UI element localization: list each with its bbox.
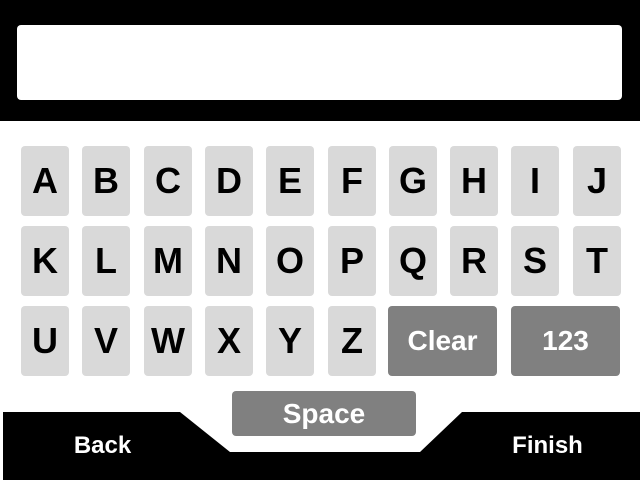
key-w[interactable]: W [144, 306, 192, 376]
key-u[interactable]: U [21, 306, 69, 376]
key-m[interactable]: M [144, 226, 192, 296]
key-g[interactable]: G [389, 146, 437, 216]
key-q[interactable]: Q [389, 226, 437, 296]
space-button[interactable]: Space [232, 391, 416, 436]
key-n[interactable]: N [205, 226, 253, 296]
finish-button[interactable]: Finish [445, 414, 640, 478]
top-bar [0, 0, 640, 121]
key-x[interactable]: X [205, 306, 253, 376]
key-z[interactable]: Z [328, 306, 376, 376]
key-a[interactable]: A [21, 146, 69, 216]
key-i[interactable]: I [511, 146, 559, 216]
clear-button[interactable]: Clear [388, 306, 497, 376]
key-o[interactable]: O [266, 226, 314, 296]
key-r[interactable]: R [450, 226, 498, 296]
text-entry-field[interactable] [17, 25, 622, 100]
key-s[interactable]: S [511, 226, 559, 296]
key-e[interactable]: E [266, 146, 314, 216]
numbers-mode-button[interactable]: 123 [511, 306, 620, 376]
key-k[interactable]: K [21, 226, 69, 296]
back-button[interactable]: Back [0, 414, 205, 478]
key-v[interactable]: V [82, 306, 130, 376]
key-p[interactable]: P [328, 226, 376, 296]
key-l[interactable]: L [82, 226, 130, 296]
key-c[interactable]: C [144, 146, 192, 216]
keyboard-screen: ABCDEFGHIJ KLMNOPQRST UVWXYZ Clear 123 Spa… [0, 0, 640, 480]
key-j[interactable]: J [573, 146, 621, 216]
key-y[interactable]: Y [266, 306, 314, 376]
key-t[interactable]: T [573, 226, 621, 296]
key-h[interactable]: H [450, 146, 498, 216]
key-d[interactable]: D [205, 146, 253, 216]
key-b[interactable]: B [82, 146, 130, 216]
key-f[interactable]: F [328, 146, 376, 216]
